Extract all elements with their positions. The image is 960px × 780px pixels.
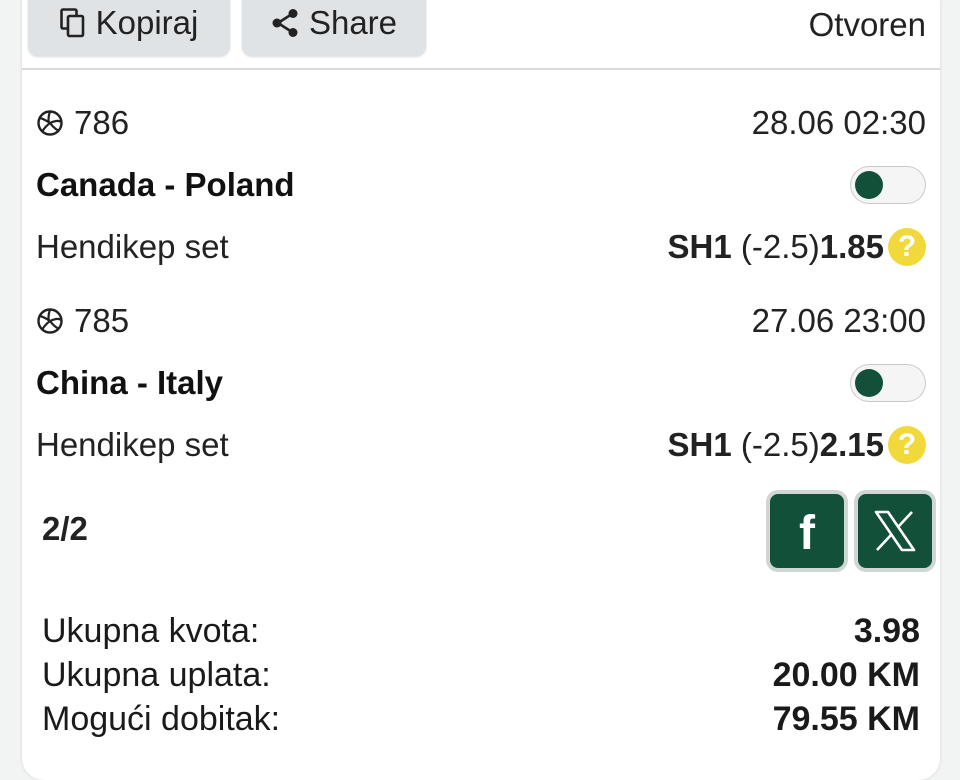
possible-win-label: Mogući dobitak: <box>42 700 281 738</box>
bet-count: 2/2 <box>42 510 88 547</box>
share-icon <box>272 9 298 37</box>
facebook-icon: f <box>799 507 816 555</box>
bet-match-row: China - Italy <box>36 364 926 402</box>
bet-header: 785 27.06 23:00 <box>36 302 926 340</box>
summary-possible-win: Mogući dobitak: 79.55 KM <box>42 700 920 739</box>
bet-market-row: Hendikep set SH1 (-2.5) 1.85 ? <box>36 228 926 266</box>
pick-odds: 1.85 <box>819 228 884 265</box>
market-name: Hendikep set <box>36 426 229 463</box>
svg-text:f: f <box>799 507 816 555</box>
summary-total-odds: Ukupna kvota: 3.98 <box>42 612 920 651</box>
ticket-card: Kopiraj Share Otvoren 786 28.06 02:30 Ca… <box>22 0 940 780</box>
match-name: China - Italy <box>36 364 224 401</box>
pick-odds: 2.15 <box>819 426 884 463</box>
share-label: Share <box>308 4 398 41</box>
bet-code: 786 <box>36 104 129 142</box>
ticket-status: Otvoren <box>808 6 926 43</box>
copy-icon <box>59 8 84 38</box>
copy-button[interactable]: Kopiraj <box>28 0 230 56</box>
x-share-button[interactable] <box>858 494 932 568</box>
summary-total-stake: Ukupna uplata: 20.00 KM <box>42 656 920 695</box>
bet-market-row: Hendikep set SH1 (-2.5) 2.15 ? <box>36 426 926 464</box>
match-name: Canada - Poland <box>36 166 295 203</box>
bet-header: 786 28.06 02:30 <box>36 104 926 142</box>
bet-code: 785 <box>36 302 129 340</box>
market-name: Hendikep set <box>36 228 229 265</box>
bet-datetime: 28.06 02:30 <box>751 104 926 141</box>
possible-win-value: 79.55 KM <box>772 700 920 738</box>
x-icon <box>874 510 916 552</box>
volleyball-icon <box>37 110 63 136</box>
bet-match-row: Canada - Poland <box>36 166 926 204</box>
volleyball-icon <box>37 308 63 334</box>
toggle-knob <box>855 171 883 199</box>
bet-code-number: 786 <box>74 104 130 141</box>
bet-toggle[interactable] <box>850 166 926 204</box>
pick-label: SH1 <box>667 228 732 265</box>
toggle-knob <box>855 369 883 397</box>
total-stake-label: Ukupna uplata: <box>42 656 271 694</box>
facebook-share-button[interactable]: f <box>770 494 844 568</box>
total-odds-value: 3.98 <box>853 612 920 650</box>
total-odds-label: Ukupna kvota: <box>42 612 260 650</box>
copy-label: Kopiraj <box>95 4 199 41</box>
help-icon[interactable]: ? <box>888 426 926 464</box>
bet-pick: SH1 (-2.5) 2.15 ? <box>668 426 926 464</box>
share-button[interactable]: Share <box>242 0 426 56</box>
bet-datetime: 27.06 23:00 <box>751 302 926 339</box>
pick-handicap: (-2.5) <box>740 228 820 265</box>
bet-pick: SH1 (-2.5) 1.85 ? <box>668 228 926 266</box>
help-icon[interactable]: ? <box>888 228 926 266</box>
bet-toggle[interactable] <box>850 364 926 402</box>
bet-code-number: 785 <box>74 302 130 339</box>
total-stake-value: 20.00 KM <box>772 656 920 694</box>
pick-handicap: (-2.5) <box>740 426 820 463</box>
ticket-toolbar: Kopiraj Share Otvoren <box>22 0 940 70</box>
pick-label: SH1 <box>667 426 732 463</box>
